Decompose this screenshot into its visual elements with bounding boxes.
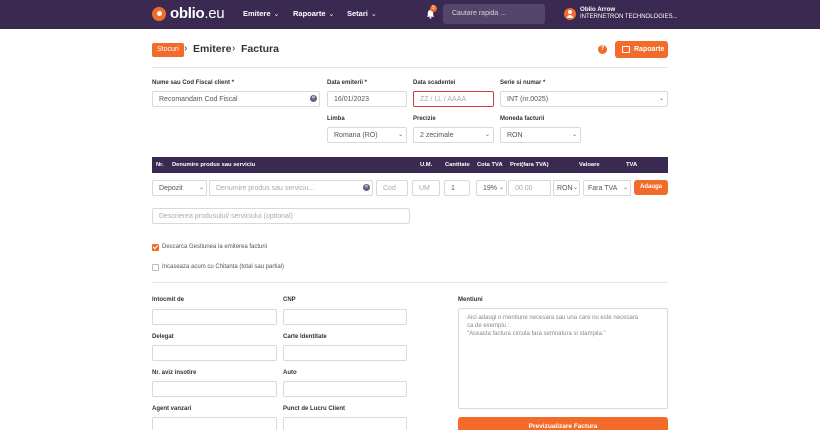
id-card-input[interactable] (283, 345, 407, 361)
date-due-label: Data scadentei (413, 80, 456, 86)
language-label: Limba (327, 116, 345, 122)
precision-select[interactable]: 2 zecimale (413, 127, 494, 143)
chevron-down-icon: ⌄ (398, 132, 404, 138)
chevron-down-icon: ⌄ (370, 11, 377, 18)
col-nr: Nr. (156, 162, 164, 168)
collect-checkbox[interactable] (152, 264, 159, 271)
divider (152, 67, 668, 68)
preview-invoice-button[interactable]: Previzualizare Factura (458, 417, 668, 430)
col-name: Denumire produs sau serviciu (172, 162, 256, 168)
col-value: Valoare (579, 162, 600, 168)
chevron-down-icon: ⌄ (499, 185, 505, 191)
clear-icon[interactable]: ✕ (310, 95, 317, 102)
chevron-down-icon: ⌄ (273, 11, 280, 18)
price-input[interactable]: 00.00 (508, 180, 551, 196)
delivery-note-input[interactable] (152, 381, 277, 397)
product-name-input[interactable]: Denumire produs sau serviciu... (209, 180, 373, 196)
currency-select[interactable]: RON (500, 127, 581, 143)
workplace-input[interactable] (283, 417, 407, 430)
client-label: Nume sau Cod Fiscal client * (152, 80, 235, 86)
collect-label[interactable]: Incaseaza acum cu Chitanta (total sau pa… (162, 264, 284, 270)
breadcrumb-separator: › (184, 43, 188, 54)
chevron-down-icon: ⌄ (659, 96, 665, 102)
vehicle-input[interactable] (283, 381, 407, 397)
discharge-label[interactable]: Descarca Gestiunea la emiterea facturii (162, 244, 267, 250)
mentions-placeholder-line: "Aceasta factura circula fara semnatura … (467, 331, 606, 337)
nav-setari[interactable]: Setari ⌄ (347, 9, 377, 18)
date-issue-label: Data emiterii * (327, 80, 368, 86)
issued-by-input[interactable] (152, 309, 277, 325)
cnp-input[interactable] (283, 309, 407, 325)
precision-label: Precizie (413, 116, 436, 122)
id-card-label: Carte Identitate (283, 334, 327, 340)
delegate-label: Delegat (152, 334, 174, 340)
add-product-button[interactable]: Adauga (634, 180, 668, 195)
quick-search-input[interactable]: Cautare rapida ... (443, 4, 545, 24)
mentions-placeholder-line: Aici adaugi o mentiune necesara sau una … (467, 315, 639, 321)
chevron-down-icon: ⌄ (623, 185, 629, 191)
chevron-down-icon: ⌄ (199, 185, 205, 191)
sales-agent-input[interactable] (152, 417, 277, 430)
chevron-down-icon: ⌄ (573, 185, 579, 191)
col-vat-rate: Cota TVA (477, 162, 503, 168)
sales-agent-label: Agent vanzari (152, 406, 192, 412)
chevron-down-icon: ⌄ (485, 132, 491, 138)
quantity-input[interactable]: 1 (444, 180, 470, 196)
language-select[interactable]: Romana (RO) (327, 127, 407, 143)
oblio-logo[interactable]: oblio.eu (170, 5, 225, 22)
col-um: U.M. (420, 162, 433, 168)
col-vat: TVA (626, 162, 638, 168)
delivery-note-label: Nr. aviz insotire (152, 370, 197, 376)
oblio-logo-icon[interactable] (152, 7, 166, 21)
col-quantity: Cantitate (445, 162, 470, 168)
cnp-label: CNP (283, 297, 296, 303)
mentions-label: Mentiuni (458, 297, 483, 303)
mentions-placeholder-line: ca de exemplu : (467, 323, 510, 329)
report-icon (622, 46, 630, 53)
discharge-checkbox[interactable] (152, 244, 159, 251)
product-description-input[interactable]: Descrierea produsului/ serviciului (opti… (152, 208, 410, 224)
help-icon[interactable]: ? (598, 45, 607, 54)
col-price: Pret(fara TVA) (510, 162, 549, 168)
nav-rapoarte[interactable]: Rapoarte ⌄ (293, 9, 334, 18)
stocuri-tag[interactable]: Stocuri (152, 43, 184, 57)
mentions-textarea[interactable]: Aici adaugi o mentiune necesara sau una … (458, 308, 668, 409)
divider (152, 282, 668, 283)
nav-emitere[interactable]: Emitere ⌄ (243, 9, 279, 18)
client-input[interactable]: Recomandam Cod Fiscal (152, 91, 320, 107)
series-select[interactable]: INT (nr.0025) (500, 91, 668, 107)
chevron-down-icon: ⌄ (572, 132, 578, 138)
user-company[interactable]: INTERNETRON TECHNOLOGIES... (580, 14, 678, 20)
page-title: Factura (241, 43, 279, 55)
breadcrumb-emitere[interactable]: Emitere (193, 43, 232, 55)
user-name[interactable]: Oblio Arrow (580, 6, 615, 13)
unit-input[interactable]: UM (412, 180, 440, 196)
date-issue-input[interactable]: 16/01/2023 (327, 91, 407, 107)
delegate-input[interactable] (152, 345, 277, 361)
rapoarte-button[interactable]: Rapoarte (615, 41, 668, 58)
user-avatar-icon[interactable] (564, 8, 576, 20)
vehicle-label: Auto (283, 370, 297, 376)
breadcrumb-separator: › (232, 43, 236, 54)
top-navbar: oblio.eu Emitere ⌄ Rapoarte ⌄ Setari ⌄ 5 Ca… (0, 0, 820, 29)
issued-by-label: Intocmit de (152, 297, 185, 303)
product-code-input[interactable]: Cod (376, 180, 408, 196)
workplace-label: Punct de Lucru Client (283, 406, 346, 412)
currency-label: Moneda facturii (500, 116, 545, 122)
chevron-down-icon: ⌄ (328, 11, 335, 18)
clear-icon[interactable]: ✕ (363, 184, 370, 191)
product-table-header: Nr. Denumire produs sau serviciu U.M. Ca… (152, 157, 668, 173)
notification-badge: 5 (430, 5, 437, 12)
series-label: Serie si numar * (500, 80, 546, 86)
date-due-input[interactable]: ZZ / LL / AAAA (413, 91, 494, 107)
